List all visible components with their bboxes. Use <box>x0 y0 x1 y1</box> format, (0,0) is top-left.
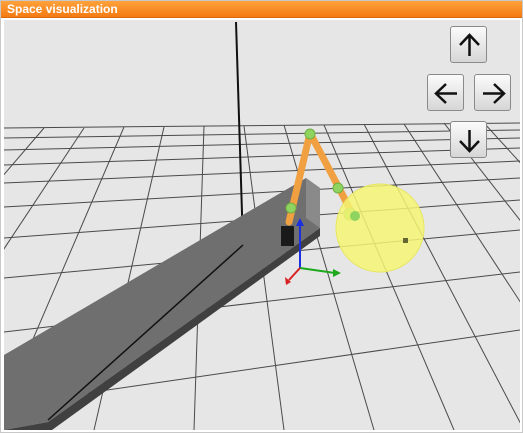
robot-base <box>281 226 294 246</box>
arrow-up-icon <box>459 33 480 56</box>
nav-down-button[interactable] <box>450 121 487 158</box>
target-sphere <box>335 183 425 273</box>
panel-titlebar: Space visualization <box>1 1 522 18</box>
end-effector <box>350 211 360 221</box>
nav-left-button[interactable] <box>427 74 464 111</box>
vertical-pole <box>235 21 244 246</box>
target-point <box>403 238 408 243</box>
panel-title: Space visualization <box>7 2 118 16</box>
space-visualization-panel: Space visualization <box>0 0 523 433</box>
nav-up-button[interactable] <box>450 26 487 63</box>
beam <box>4 178 320 430</box>
arrow-down-icon <box>459 130 480 153</box>
nav-right-button[interactable] <box>474 74 511 111</box>
arrow-right-icon <box>483 83 506 104</box>
arrow-left-icon <box>434 83 457 104</box>
